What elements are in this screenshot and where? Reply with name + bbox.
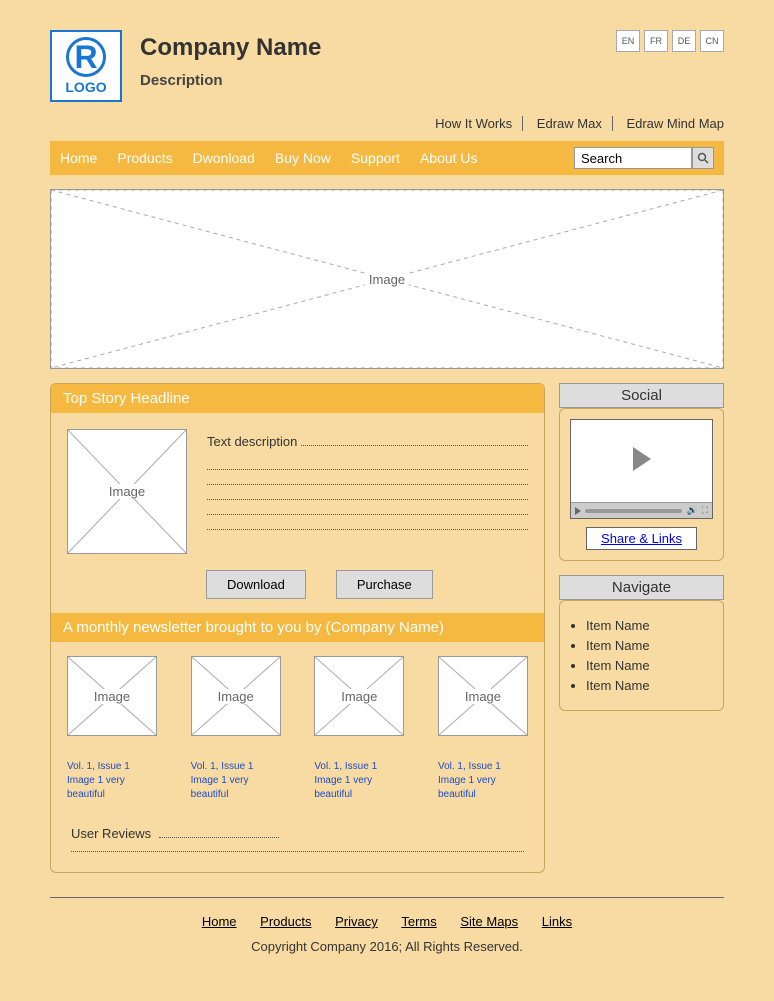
footer-home[interactable]: Home xyxy=(202,914,237,929)
footer-links-link[interactable]: Links xyxy=(542,914,572,929)
search-input[interactable] xyxy=(574,147,692,169)
nav-item[interactable]: Item Name xyxy=(586,658,711,673)
play-small-icon[interactable] xyxy=(575,507,581,515)
story-text: Text description xyxy=(207,429,528,554)
language-switcher: EN FR DE CN xyxy=(616,30,724,52)
nav-item[interactable]: Item Name xyxy=(586,638,711,653)
video-player[interactable]: 🔊 ⛶ xyxy=(570,419,713,519)
header-links: How It Works Edraw Max Edraw Mind Map xyxy=(50,116,724,131)
nav-home[interactable]: Home xyxy=(60,150,97,166)
link-edraw-mind-map[interactable]: Edraw Mind Map xyxy=(616,116,724,131)
footer-products[interactable]: Products xyxy=(260,914,311,929)
footer-privacy[interactable]: Privacy xyxy=(335,914,378,929)
lang-de[interactable]: DE xyxy=(672,30,696,52)
navigate-title: Navigate xyxy=(559,575,724,600)
newsletter-item[interactable]: Image Vol. 1, Issue 1Image 1 very beauti… xyxy=(438,656,528,802)
search-button[interactable] xyxy=(692,147,714,169)
footer-site-maps[interactable]: Site Maps xyxy=(460,914,518,929)
fullscreen-icon[interactable]: ⛶ xyxy=(702,505,708,516)
user-reviews: User Reviews xyxy=(51,816,544,872)
newsletter-item[interactable]: Image Vol. 1, Issue 1Image 1 very beauti… xyxy=(314,656,404,802)
social-title: Social xyxy=(559,383,724,408)
link-how-it-works[interactable]: How It Works xyxy=(425,116,523,131)
company-name: Company Name xyxy=(140,34,616,62)
nav-products[interactable]: Products xyxy=(117,150,172,166)
nav-buy-now[interactable]: Buy Now xyxy=(275,150,331,166)
purchase-button[interactable]: Purchase xyxy=(336,570,433,599)
video-controls[interactable]: 🔊 ⛶ xyxy=(571,502,712,518)
logo[interactable]: R LOGO xyxy=(50,30,122,102)
play-icon[interactable] xyxy=(633,447,651,471)
search-icon xyxy=(697,152,709,164)
company-description: Description xyxy=(140,72,616,89)
nav-item[interactable]: Item Name xyxy=(586,678,711,693)
link-edraw-max[interactable]: Edraw Max xyxy=(527,116,613,131)
newsletter-item[interactable]: Image Vol. 1, Issue 1Image 1 very beauti… xyxy=(67,656,157,802)
volume-icon[interactable]: 🔊 xyxy=(686,505,697,516)
newsletter-title: A monthly newsletter brought to you by (… xyxy=(51,613,544,642)
nav-download[interactable]: Dwonload xyxy=(193,150,255,166)
registered-icon: R xyxy=(66,37,106,77)
hero-image: Image xyxy=(50,189,724,369)
nav-item[interactable]: Item Name xyxy=(586,618,711,633)
lang-cn[interactable]: CN xyxy=(700,30,724,52)
story-image: Image xyxy=(67,429,187,554)
copyright: Copyright Company 2016; All Rights Reser… xyxy=(50,939,724,954)
lang-fr[interactable]: FR xyxy=(644,30,668,52)
footer-terms[interactable]: Terms xyxy=(401,914,436,929)
main-nav: Home Products Dwonload Buy Now Support A… xyxy=(50,141,724,175)
share-link[interactable]: Share & Links xyxy=(586,527,697,550)
nav-support[interactable]: Support xyxy=(351,150,400,166)
nav-about-us[interactable]: About Us xyxy=(420,150,478,166)
newsletter-item[interactable]: Image Vol. 1, Issue 1Image 1 very beauti… xyxy=(191,656,281,802)
top-story-title: Top Story Headline xyxy=(51,384,544,413)
download-button[interactable]: Download xyxy=(206,570,306,599)
lang-en[interactable]: EN xyxy=(616,30,640,52)
footer-links: Home Products Privacy Terms Site Maps Li… xyxy=(50,914,724,929)
